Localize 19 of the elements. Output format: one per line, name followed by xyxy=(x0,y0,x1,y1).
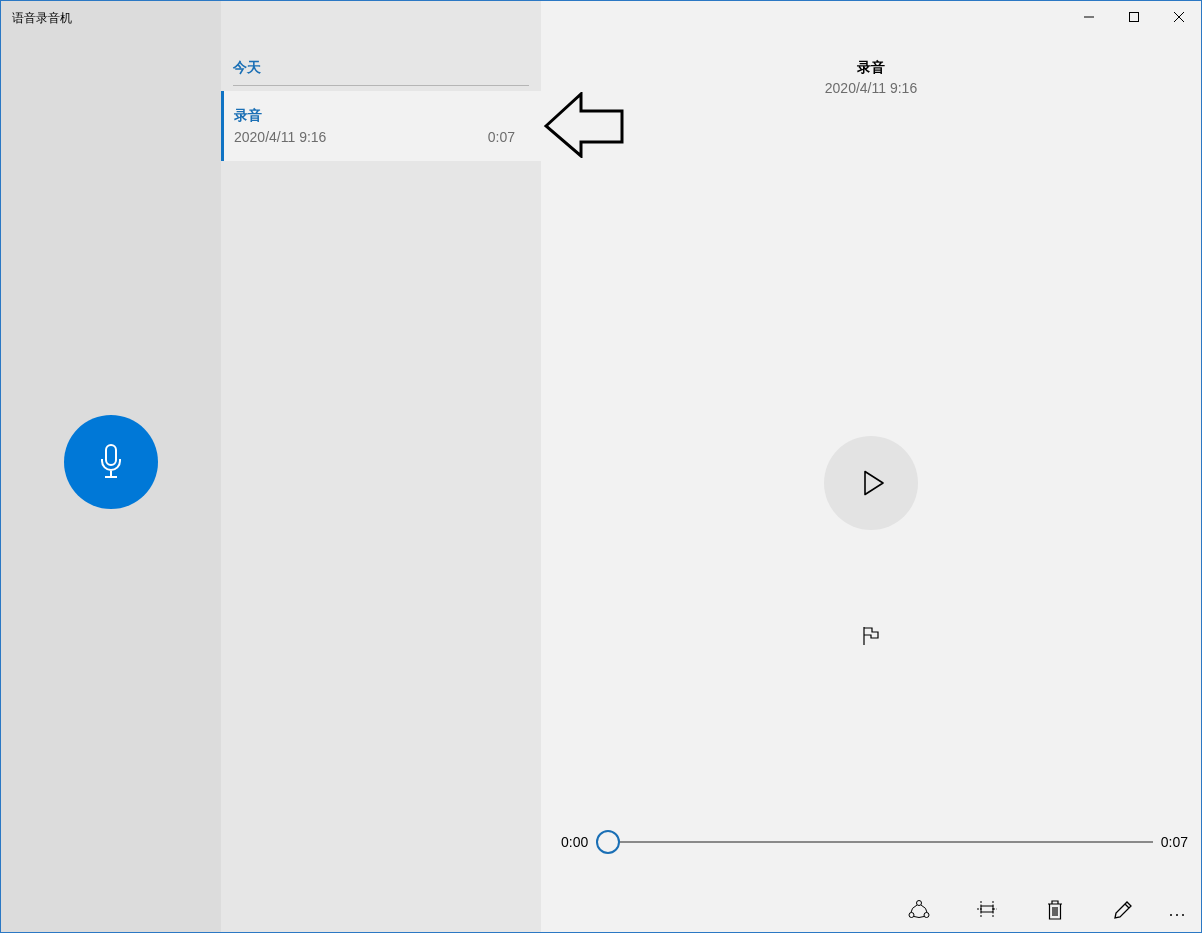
elapsed-time: 0:00 xyxy=(561,834,589,850)
slider-thumb[interactable] xyxy=(596,830,621,854)
pencil-icon xyxy=(1112,899,1134,921)
recording-item[interactable]: 录音 2020/4/11 9:16 0:07 xyxy=(221,91,541,161)
recording-date: 2020/4/11 9:16 xyxy=(234,129,327,145)
microphone-icon xyxy=(100,444,122,480)
recording-duration: 0:07 xyxy=(487,129,515,145)
window-title: 语音录音机 xyxy=(11,10,72,27)
group-heading: 今天 xyxy=(233,59,529,86)
share-icon xyxy=(908,899,930,921)
play-icon xyxy=(863,470,885,496)
recording-date: 2020/4/11 9:16 xyxy=(824,80,918,96)
total-time: 0:07 xyxy=(1160,834,1188,850)
recording-title: 录音 xyxy=(857,59,885,77)
flag-icon xyxy=(862,626,880,646)
recording-name: 录音 xyxy=(234,107,263,125)
maximize-icon xyxy=(1127,10,1140,23)
add-marker-button[interactable] xyxy=(862,626,880,646)
close-icon xyxy=(1172,10,1185,23)
